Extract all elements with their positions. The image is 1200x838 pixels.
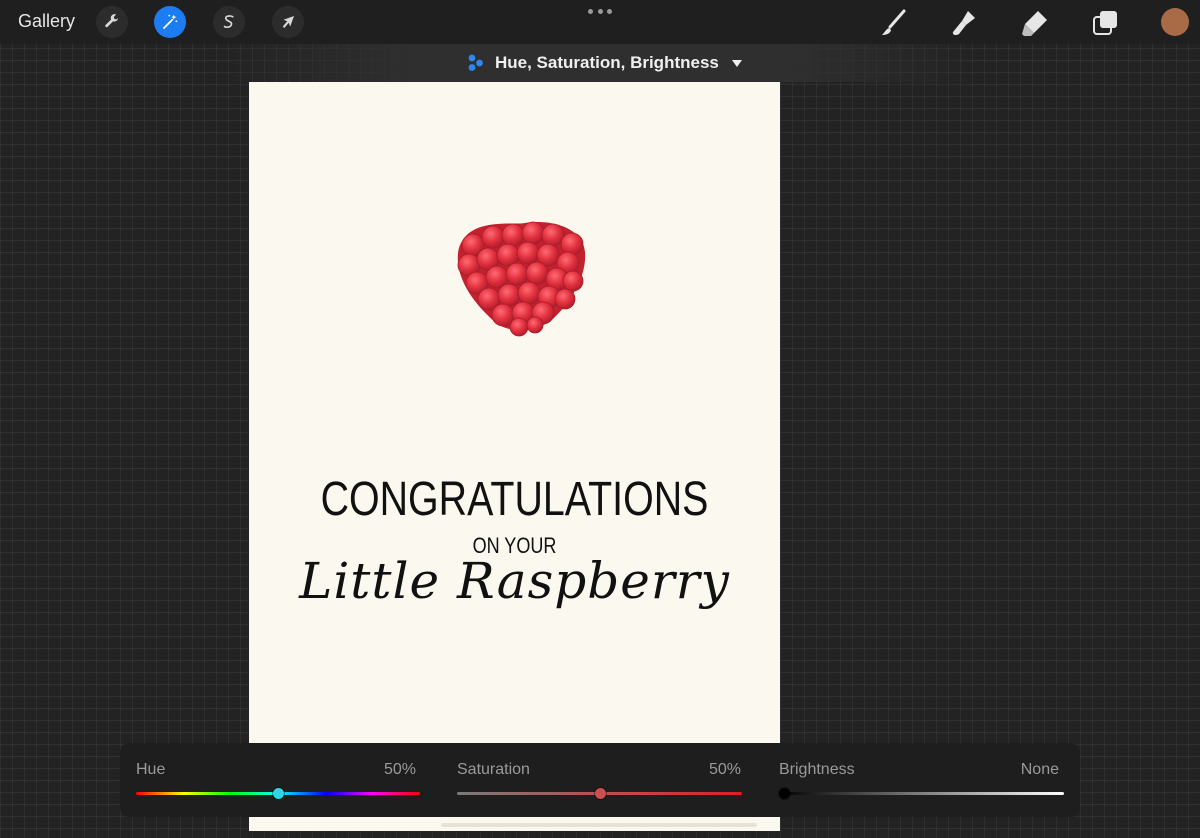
hue-label: Hue bbox=[136, 761, 166, 778]
hue-slider-group: Hue 50% bbox=[136, 743, 420, 817]
brightness-value: None bbox=[1020, 761, 1059, 778]
adjustments-button[interactable] bbox=[154, 6, 186, 38]
saturation-value: 50% bbox=[708, 761, 741, 778]
layers-icon[interactable] bbox=[1091, 8, 1121, 38]
magic-wand-icon bbox=[163, 14, 178, 29]
adjustment-mode-selector[interactable]: Hue, Saturation, Brightness bbox=[466, 52, 743, 74]
wrench-icon bbox=[105, 14, 119, 28]
more-options-icon[interactable] bbox=[588, 9, 612, 17]
hue-value: 50% bbox=[383, 761, 416, 778]
saturation-slider-group: Saturation 50% bbox=[457, 743, 742, 817]
brightness-slider-knob[interactable] bbox=[779, 788, 790, 799]
selection-button[interactable] bbox=[213, 6, 245, 38]
hue-slider-knob[interactable] bbox=[273, 788, 284, 799]
raspberry-illustration bbox=[457, 221, 586, 337]
saturation-slider-knob[interactable] bbox=[594, 788, 606, 799]
hsb-slider-panel: Hue 50% Saturation 50% Brightness None bbox=[120, 743, 1080, 817]
brightness-slider-group: Brightness None bbox=[779, 743, 1064, 817]
adjustment-title: Hue, Saturation, Brightness bbox=[495, 53, 719, 72]
gallery-button[interactable]: Gallery bbox=[18, 11, 75, 32]
saturation-label: Saturation bbox=[457, 761, 530, 778]
drawing-canvas[interactable]: CONGRATULATIONS ON YOUR Little Raspberry bbox=[249, 82, 780, 831]
brightness-slider-track[interactable] bbox=[779, 792, 1064, 795]
actions-button[interactable] bbox=[96, 6, 128, 38]
canvas-scroll-indicator bbox=[441, 823, 757, 827]
script-text: Little Raspberry bbox=[299, 552, 730, 610]
headline-text: CONGRATULATIONS bbox=[320, 473, 709, 526]
top-toolbar: Gallery bbox=[0, 0, 1200, 44]
arrow-cursor-icon bbox=[282, 16, 294, 28]
transform-button[interactable] bbox=[272, 6, 304, 38]
caret-down-icon bbox=[731, 60, 742, 67]
brightness-label: Brightness bbox=[779, 761, 855, 778]
selection-s-icon bbox=[223, 15, 234, 28]
eraser-icon[interactable] bbox=[1020, 8, 1050, 38]
color-swatch[interactable] bbox=[1161, 8, 1189, 36]
hsb-dots-icon bbox=[468, 54, 483, 71]
brush-icon[interactable] bbox=[878, 8, 908, 38]
smudge-icon[interactable] bbox=[949, 8, 979, 38]
